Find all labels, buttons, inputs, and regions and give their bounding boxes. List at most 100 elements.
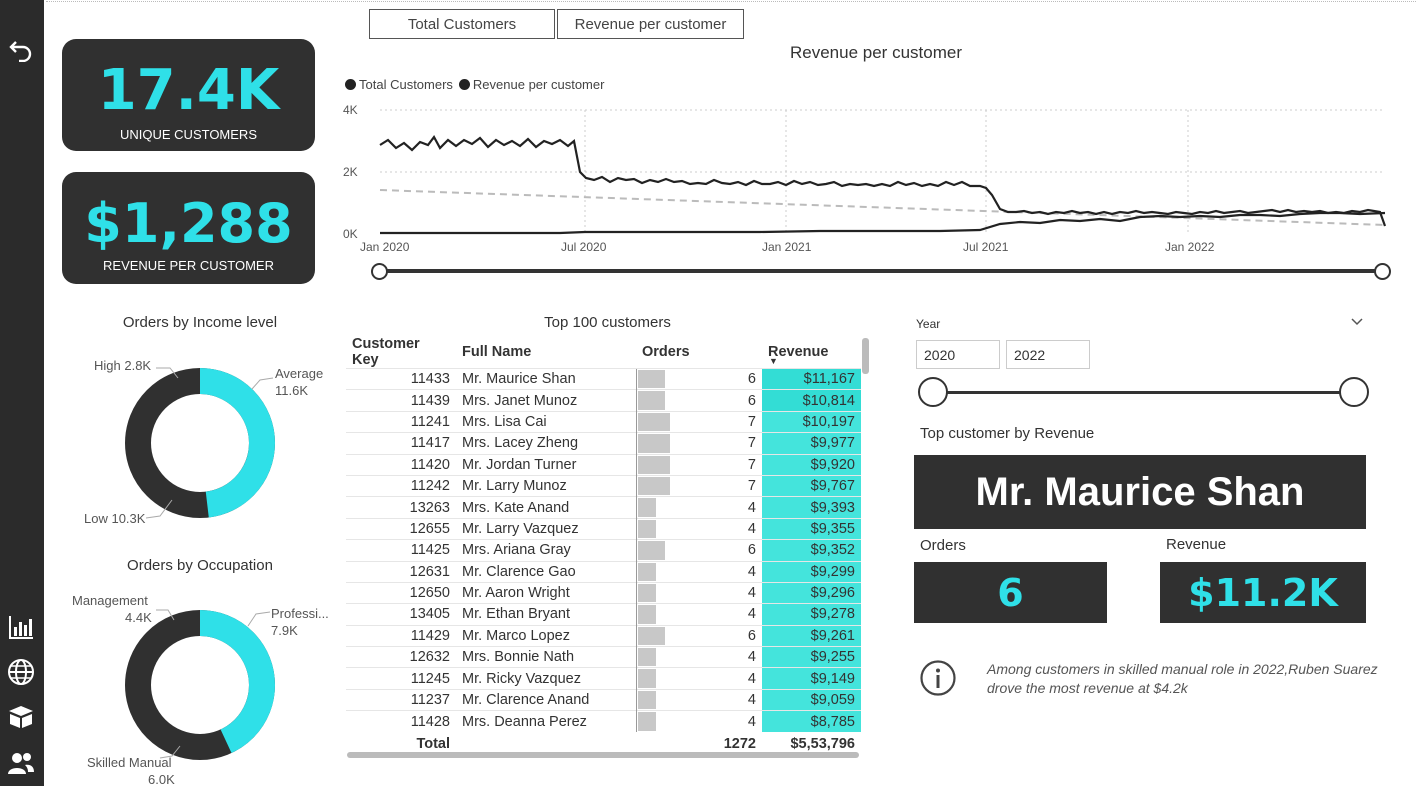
top-divider (46, 1, 1416, 2)
cell-full-name: Mr. Larry Munoz (456, 474, 636, 497)
cell-orders: 7 (635, 453, 762, 476)
series-total-customers (380, 211, 1386, 235)
table-row[interactable]: 11242 Mr. Larry Munoz 7 $9,767 (346, 474, 861, 497)
income-average-leader (251, 377, 274, 390)
x-tick-jan-2021: Jan 2021 (762, 240, 812, 254)
date-range-slider-end-handle[interactable] (1374, 263, 1391, 280)
cell-orders: 6 (635, 367, 762, 390)
cell-full-name: Mr. Marco Lopez (456, 624, 636, 647)
unique-customers-card: 17.4K UNIQUE CUSTOMERS (62, 39, 315, 151)
cell-full-name: Mrs. Lisa Cai (456, 410, 636, 433)
revenue-per-customer-value: $1,288 (84, 192, 293, 255)
cell-orders: 7 (635, 432, 762, 455)
cell-orders: 4 (635, 517, 762, 540)
income-low-label: Low 10.3K (84, 511, 146, 526)
income-high-label: High 2.8K (94, 358, 151, 373)
cell-full-name: Mr. Maurice Shan (456, 367, 636, 390)
table-vertical-scrollbar[interactable] (862, 338, 869, 374)
cell-revenue: $8,785 (762, 710, 861, 733)
unique-customers-label: UNIQUE CUSTOMERS (120, 127, 257, 142)
table-row[interactable]: 13405 Mr. Ethan Bryant 4 $9,278 (346, 603, 861, 626)
income-average-value: 11.6K (275, 383, 308, 398)
cell-orders-value: 4 (747, 499, 756, 516)
table-row[interactable]: 11428 Mrs. Deanna Perez 4 $8,785 (346, 710, 861, 733)
cell-orders: 6 (635, 539, 762, 562)
line-chart-title: Revenue per customer (790, 43, 962, 62)
table-row[interactable]: 12631 Mr. Clarence Gao 4 $9,299 (346, 560, 861, 583)
x-tick-jul-2021: Jul 2021 (963, 240, 1009, 254)
year-slider-track[interactable] (933, 391, 1354, 394)
year-slider-start-handle[interactable] (918, 377, 948, 407)
cell-orders: 4 (635, 581, 762, 604)
revenue-label: Revenue (1166, 536, 1227, 553)
occupation-professional-leader (247, 611, 271, 627)
report-icon[interactable] (6, 612, 36, 642)
cell-orders: 4 (635, 646, 762, 668)
table-row[interactable]: 11237 Mr. Clarence Anand 4 $9,059 (346, 688, 861, 711)
cell-orders: 4 (635, 710, 762, 733)
table-horizontal-scrollbar[interactable] (347, 752, 859, 758)
year-to-input[interactable]: 2022 (1006, 340, 1090, 369)
table-row[interactable]: 11420 Mr. Jordan Turner 7 $9,920 (346, 453, 861, 476)
col-header-orders[interactable]: Orders (636, 336, 762, 369)
cell-revenue: $9,767 (762, 474, 861, 497)
occupation-professional-value: 7.9K (271, 623, 298, 638)
cell-customer-key: 11241 (346, 410, 456, 433)
table-row[interactable]: 12650 Mr. Aaron Wright 4 $9,296 (346, 581, 861, 604)
income-donut-title: Orders by Income level (122, 314, 278, 331)
col-header-full-name[interactable]: Full Name (456, 336, 636, 369)
cell-orders-value: 4 (747, 713, 756, 730)
table-row[interactable]: 12655 Mr. Larry Vazquez 4 $9,355 (346, 517, 861, 540)
col-header-revenue[interactable]: Revenue ▼ (762, 336, 861, 369)
cell-customer-key: 11237 (346, 688, 456, 711)
orders-card: 6 (914, 562, 1107, 623)
cell-full-name: Mr. Aaron Wright (456, 581, 636, 604)
table-row[interactable]: 11425 Mrs. Ariana Gray 6 $9,352 (346, 539, 861, 562)
tab-revenue-per-customer[interactable]: Revenue per customer (557, 9, 744, 39)
date-range-slider-track[interactable] (380, 269, 1383, 273)
table-row[interactable]: 11439 Mrs. Janet Munoz 6 $10,814 (346, 389, 861, 412)
cell-full-name: Mrs. Janet Munoz (456, 389, 636, 412)
cell-orders-value: 4 (747, 606, 756, 623)
legend-dot-revenue-per-customer (458, 79, 470, 90)
cell-orders-value: 6 (747, 392, 756, 409)
table-row[interactable]: 11429 Mr. Marco Lopez 6 $9,261 (346, 624, 861, 647)
cell-orders-value: 4 (747, 649, 756, 666)
x-tick-jan-2022: Jan 2022 (1165, 240, 1215, 254)
globe-icon[interactable] (6, 657, 36, 687)
col-header-customer-key[interactable]: Customer Key (346, 336, 456, 369)
cell-revenue: $9,352 (762, 539, 861, 562)
box-icon[interactable] (6, 702, 36, 732)
orders-label: Orders (920, 537, 966, 554)
cell-revenue: $9,059 (762, 688, 861, 711)
back-icon[interactable] (6, 34, 36, 64)
top-customer-label: Top customer by Revenue (920, 425, 1095, 442)
cell-customer-key: 11433 (346, 367, 456, 390)
cell-orders-value: 4 (747, 585, 756, 602)
year-slider-end-handle[interactable] (1339, 377, 1369, 407)
revenue-card: $11.2K (1160, 562, 1366, 623)
cell-revenue: $9,149 (762, 667, 861, 690)
cell-orders: 4 (635, 496, 762, 519)
cell-orders-value: 6 (747, 371, 756, 388)
y-tick-2k: 2K (343, 165, 358, 179)
top-customer-name: Mr. Maurice Shan (975, 469, 1305, 514)
y-tick-4k: 4K (343, 103, 358, 117)
series-revenue-per-customer (379, 134, 1387, 227)
table-row[interactable]: 11241 Mrs. Lisa Cai 7 $10,197 (346, 410, 861, 433)
table-row[interactable]: 11245 Mr. Ricky Vazquez 4 $9,149 (346, 667, 861, 690)
cell-orders: 4 (635, 560, 762, 583)
people-icon[interactable] (6, 748, 36, 778)
occupation-donut: Management 4.4K Professi... 7.9K Skilled… (72, 593, 329, 786)
table-row[interactable]: 13263 Mrs. Kate Anand 4 $9,393 (346, 496, 861, 519)
table-row[interactable]: 11417 Mrs. Lacey Zheng 7 $9,977 (346, 432, 861, 455)
table-row[interactable]: 11433 Mr. Maurice Shan 6 $11,167 (346, 367, 861, 390)
chevron-down-icon[interactable] (1350, 314, 1364, 331)
legend-total-customers: Total Customers (359, 77, 453, 92)
date-range-slider-start-handle[interactable] (371, 263, 388, 280)
year-from-input[interactable]: 2020 (916, 340, 1000, 369)
tab-total-customers[interactable]: Total Customers (369, 9, 555, 39)
table-body: 11433 Mr. Maurice Shan 6 $11,167 11439 Mrs. J… (346, 367, 861, 733)
table-row[interactable]: 12632 Mrs. Bonnie Nath 4 $9,255 (346, 646, 861, 668)
cell-customer-key: 11417 (346, 432, 456, 455)
